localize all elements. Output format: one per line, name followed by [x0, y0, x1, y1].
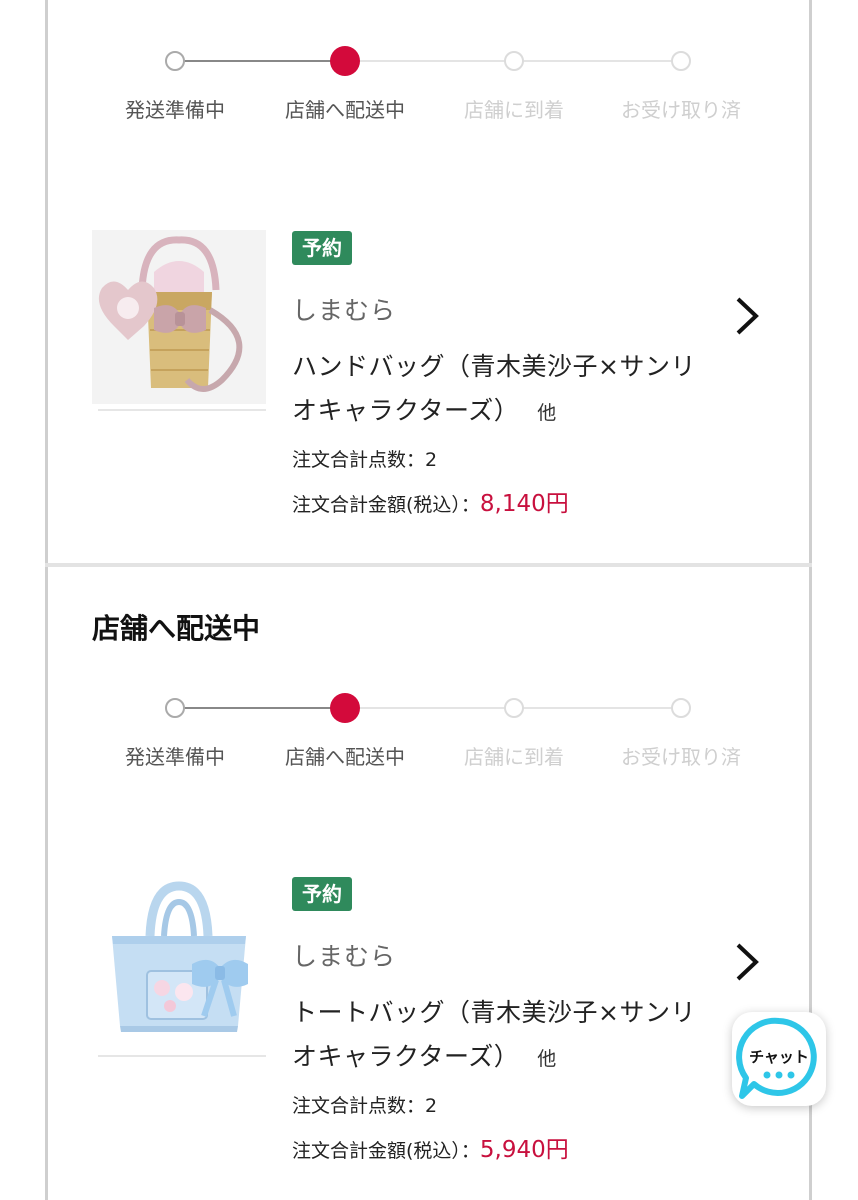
- total-price: 8,140円: [479, 491, 569, 517]
- order-item-count: 注文合計点数：2: [292, 445, 732, 472]
- shop-name: しまむら: [292, 942, 397, 971]
- count-value: 2: [425, 449, 438, 471]
- order-card[interactable]: 店舗へ配送中 発送準備中 店舗へ配送中 店舗に到着 お受け取り済 予約 しまむら…: [48, 567, 809, 1200]
- step-label: 発送準備中: [125, 745, 225, 769]
- other-items-label: 他: [537, 1048, 557, 1070]
- product-name-line2: オキャラクターズ）: [292, 1042, 520, 1071]
- chevron-right-icon[interactable]: [734, 942, 760, 982]
- step-dot-pending: [671, 698, 691, 718]
- order-total: 注文合計金額(税込）：8,140円: [292, 484, 732, 518]
- step-dot-current: [330, 46, 360, 76]
- step-dot-done: [165, 698, 185, 718]
- chevron-right-icon[interactable]: [734, 296, 760, 336]
- shop-name: しまむら: [292, 296, 397, 325]
- order-info: 予約 しまむら トートバッグ（青木美沙子×サンリ オキャラクターズ） 他 注文合計…: [292, 877, 732, 1164]
- product-name: ハンドバッグ（青木美沙子×サンリ オキャラクターズ） 他: [292, 345, 732, 435]
- count-label: 注文合計点数：: [292, 1095, 426, 1117]
- chat-label: チャット: [749, 1048, 809, 1066]
- order-info: 予約 しまむら ハンドバッグ（青木美沙子×サンリ オキャラクターズ） 他 注文合計…: [292, 231, 732, 518]
- step-label: お受け取り済: [621, 745, 741, 769]
- reservation-badge: 予約: [292, 877, 352, 911]
- product-name-line1: ハンドバッグ（青木美沙子×サンリ: [292, 352, 696, 381]
- step-label: 発送準備中: [125, 98, 225, 122]
- count-value: 2: [425, 1095, 438, 1117]
- product-name-line2: オキャラクターズ）: [292, 396, 520, 425]
- order-card[interactable]: 発送準備中 店舗へ配送中 店舗に到着 お受け取り済 予約 しまむら ハンドバッグ…: [48, 0, 809, 563]
- step-label: 店舗に到着: [464, 745, 564, 769]
- product-name: トートバッグ（青木美沙子×サンリ オキャラクターズ） 他: [292, 991, 732, 1081]
- step-dot-pending: [671, 51, 691, 71]
- image-underline: [98, 1055, 266, 1057]
- step-label: 店舗に到着: [464, 98, 564, 122]
- total-price: 5,940円: [479, 1137, 569, 1163]
- progress-line-done: [175, 60, 345, 62]
- order-status-title: 店舗へ配送中: [92, 612, 261, 645]
- product-image-handbag[interactable]: [92, 230, 266, 404]
- step-label-current: 店舗へ配送中: [285, 98, 405, 122]
- chat-button[interactable]: チャット: [732, 1012, 826, 1106]
- total-label: 注文合計金額(税込）：: [292, 494, 480, 516]
- step-dot-current: [330, 693, 360, 723]
- order-total: 注文合計金額(税込）：5,940円: [292, 1130, 732, 1164]
- order-item-count: 注文合計点数：2: [292, 1091, 732, 1118]
- step-dot-pending: [504, 698, 524, 718]
- other-items-label: 他: [537, 402, 557, 424]
- shipping-progress-tracker: 発送準備中 店舗へ配送中 店舗に到着 お受け取り済: [48, 44, 809, 134]
- product-image-tote-bag[interactable]: [92, 876, 266, 1050]
- progress-line-done: [175, 707, 345, 709]
- reservation-badge: 予約: [292, 231, 352, 265]
- total-label: 注文合計金額(税込）：: [292, 1140, 480, 1162]
- count-label: 注文合計点数：: [292, 449, 426, 471]
- step-label-current: 店舗へ配送中: [285, 745, 405, 769]
- product-name-line1: トートバッグ（青木美沙子×サンリ: [292, 998, 696, 1027]
- step-label: お受け取り済: [621, 98, 741, 122]
- shipping-progress-tracker: 発送準備中 店舗へ配送中 店舗に到着 お受け取り済: [48, 691, 809, 781]
- step-dot-pending: [504, 51, 524, 71]
- step-dot-done: [165, 51, 185, 71]
- image-underline: [98, 409, 266, 411]
